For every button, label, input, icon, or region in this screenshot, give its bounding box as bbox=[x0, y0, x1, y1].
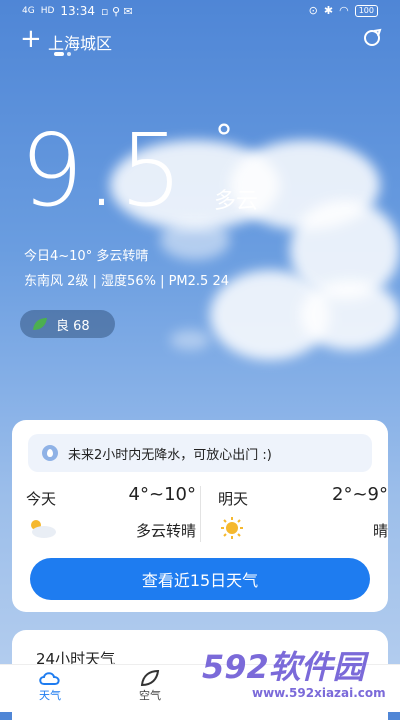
leaf-outline-icon bbox=[140, 669, 160, 687]
page-dot bbox=[67, 52, 71, 56]
city-name[interactable]: 上海城区 bbox=[48, 30, 112, 54]
aqi-label: 良 68 bbox=[56, 318, 90, 334]
today-desc: 多云转晴 bbox=[135, 522, 196, 540]
tab-air[interactable]: 空气 bbox=[120, 669, 180, 703]
watermark-logo: 592软件园 bbox=[202, 648, 365, 686]
tomorrow-label: 明天 bbox=[218, 490, 249, 508]
divider bbox=[200, 486, 201, 542]
status-time: 13:34 bbox=[60, 4, 95, 18]
tomorrow-forecast[interactable]: 明天 2°~9° 晴 bbox=[218, 484, 388, 544]
tomorrow-range: 2°~9° bbox=[332, 484, 388, 505]
today-range-line: 今日4~10° 多云转晴 bbox=[24, 249, 149, 264]
watermark: 592软件园 www.592xiazai.com bbox=[196, 638, 400, 711]
tab-label: 天气 bbox=[39, 689, 61, 702]
precipitation-notice[interactable]: 未来2小时内无降水，可放心出门 :) bbox=[28, 434, 372, 472]
top-bar: + 上海城区 bbox=[0, 26, 400, 58]
notification-icons: ▫ ⚲ ✉ bbox=[101, 4, 133, 18]
view-15-day-button[interactable]: 查看近15日天气 bbox=[30, 558, 370, 600]
weather-cloud-icon bbox=[39, 672, 60, 685]
tomorrow-desc: 晴 bbox=[372, 522, 388, 540]
location-icon: ⊙ bbox=[308, 4, 318, 17]
today-forecast[interactable]: 今天 4°~10° 多云转晴 bbox=[26, 484, 196, 544]
degree-symbol: ° bbox=[215, 118, 233, 159]
current-temperature: 9.5 bbox=[20, 112, 186, 229]
cloud-shape bbox=[170, 330, 210, 350]
network-indicator: 4G bbox=[22, 6, 35, 16]
page-indicator bbox=[54, 52, 71, 56]
notice-text: 未来2小时内无降水，可放心出门 :) bbox=[68, 447, 272, 463]
today-label: 今天 bbox=[26, 490, 57, 508]
tab-weather[interactable]: 天气 bbox=[20, 669, 80, 703]
add-city-button[interactable]: + bbox=[20, 26, 42, 52]
hd-indicator: HD bbox=[40, 6, 55, 16]
status-bar: 4G HD 13:34 ▫ ⚲ ✉ ⊙ ✱ ◠ 100 bbox=[0, 0, 400, 24]
current-condition: 多云 bbox=[214, 189, 259, 214]
sunny-icon bbox=[221, 517, 243, 539]
watermark-url: www.592xiazai.com bbox=[252, 686, 386, 700]
weather-details-line: 东南风 2级 | 湿度56% | PM2.5 24 bbox=[24, 274, 229, 289]
wifi-icon: ◠ bbox=[339, 4, 349, 17]
leaf-icon bbox=[33, 318, 47, 330]
page-dot-active bbox=[54, 52, 64, 56]
battery-indicator: 100 bbox=[354, 4, 378, 17]
tab-label: 空气 bbox=[139, 689, 161, 702]
partly-cloudy-icon bbox=[31, 520, 56, 538]
aqi-badge[interactable]: 良 68 bbox=[20, 310, 115, 338]
forecast-card: 未来2小时内无降水，可放心出门 :) 今天 4°~10° 多云转晴 明天 2°~… bbox=[12, 420, 388, 612]
cloud-shape bbox=[300, 280, 400, 350]
refresh-icon[interactable] bbox=[362, 28, 382, 48]
raindrop-icon bbox=[42, 445, 58, 461]
today-range: 4°~10° bbox=[128, 484, 196, 505]
bluetooth-icon: ✱ bbox=[323, 4, 334, 17]
